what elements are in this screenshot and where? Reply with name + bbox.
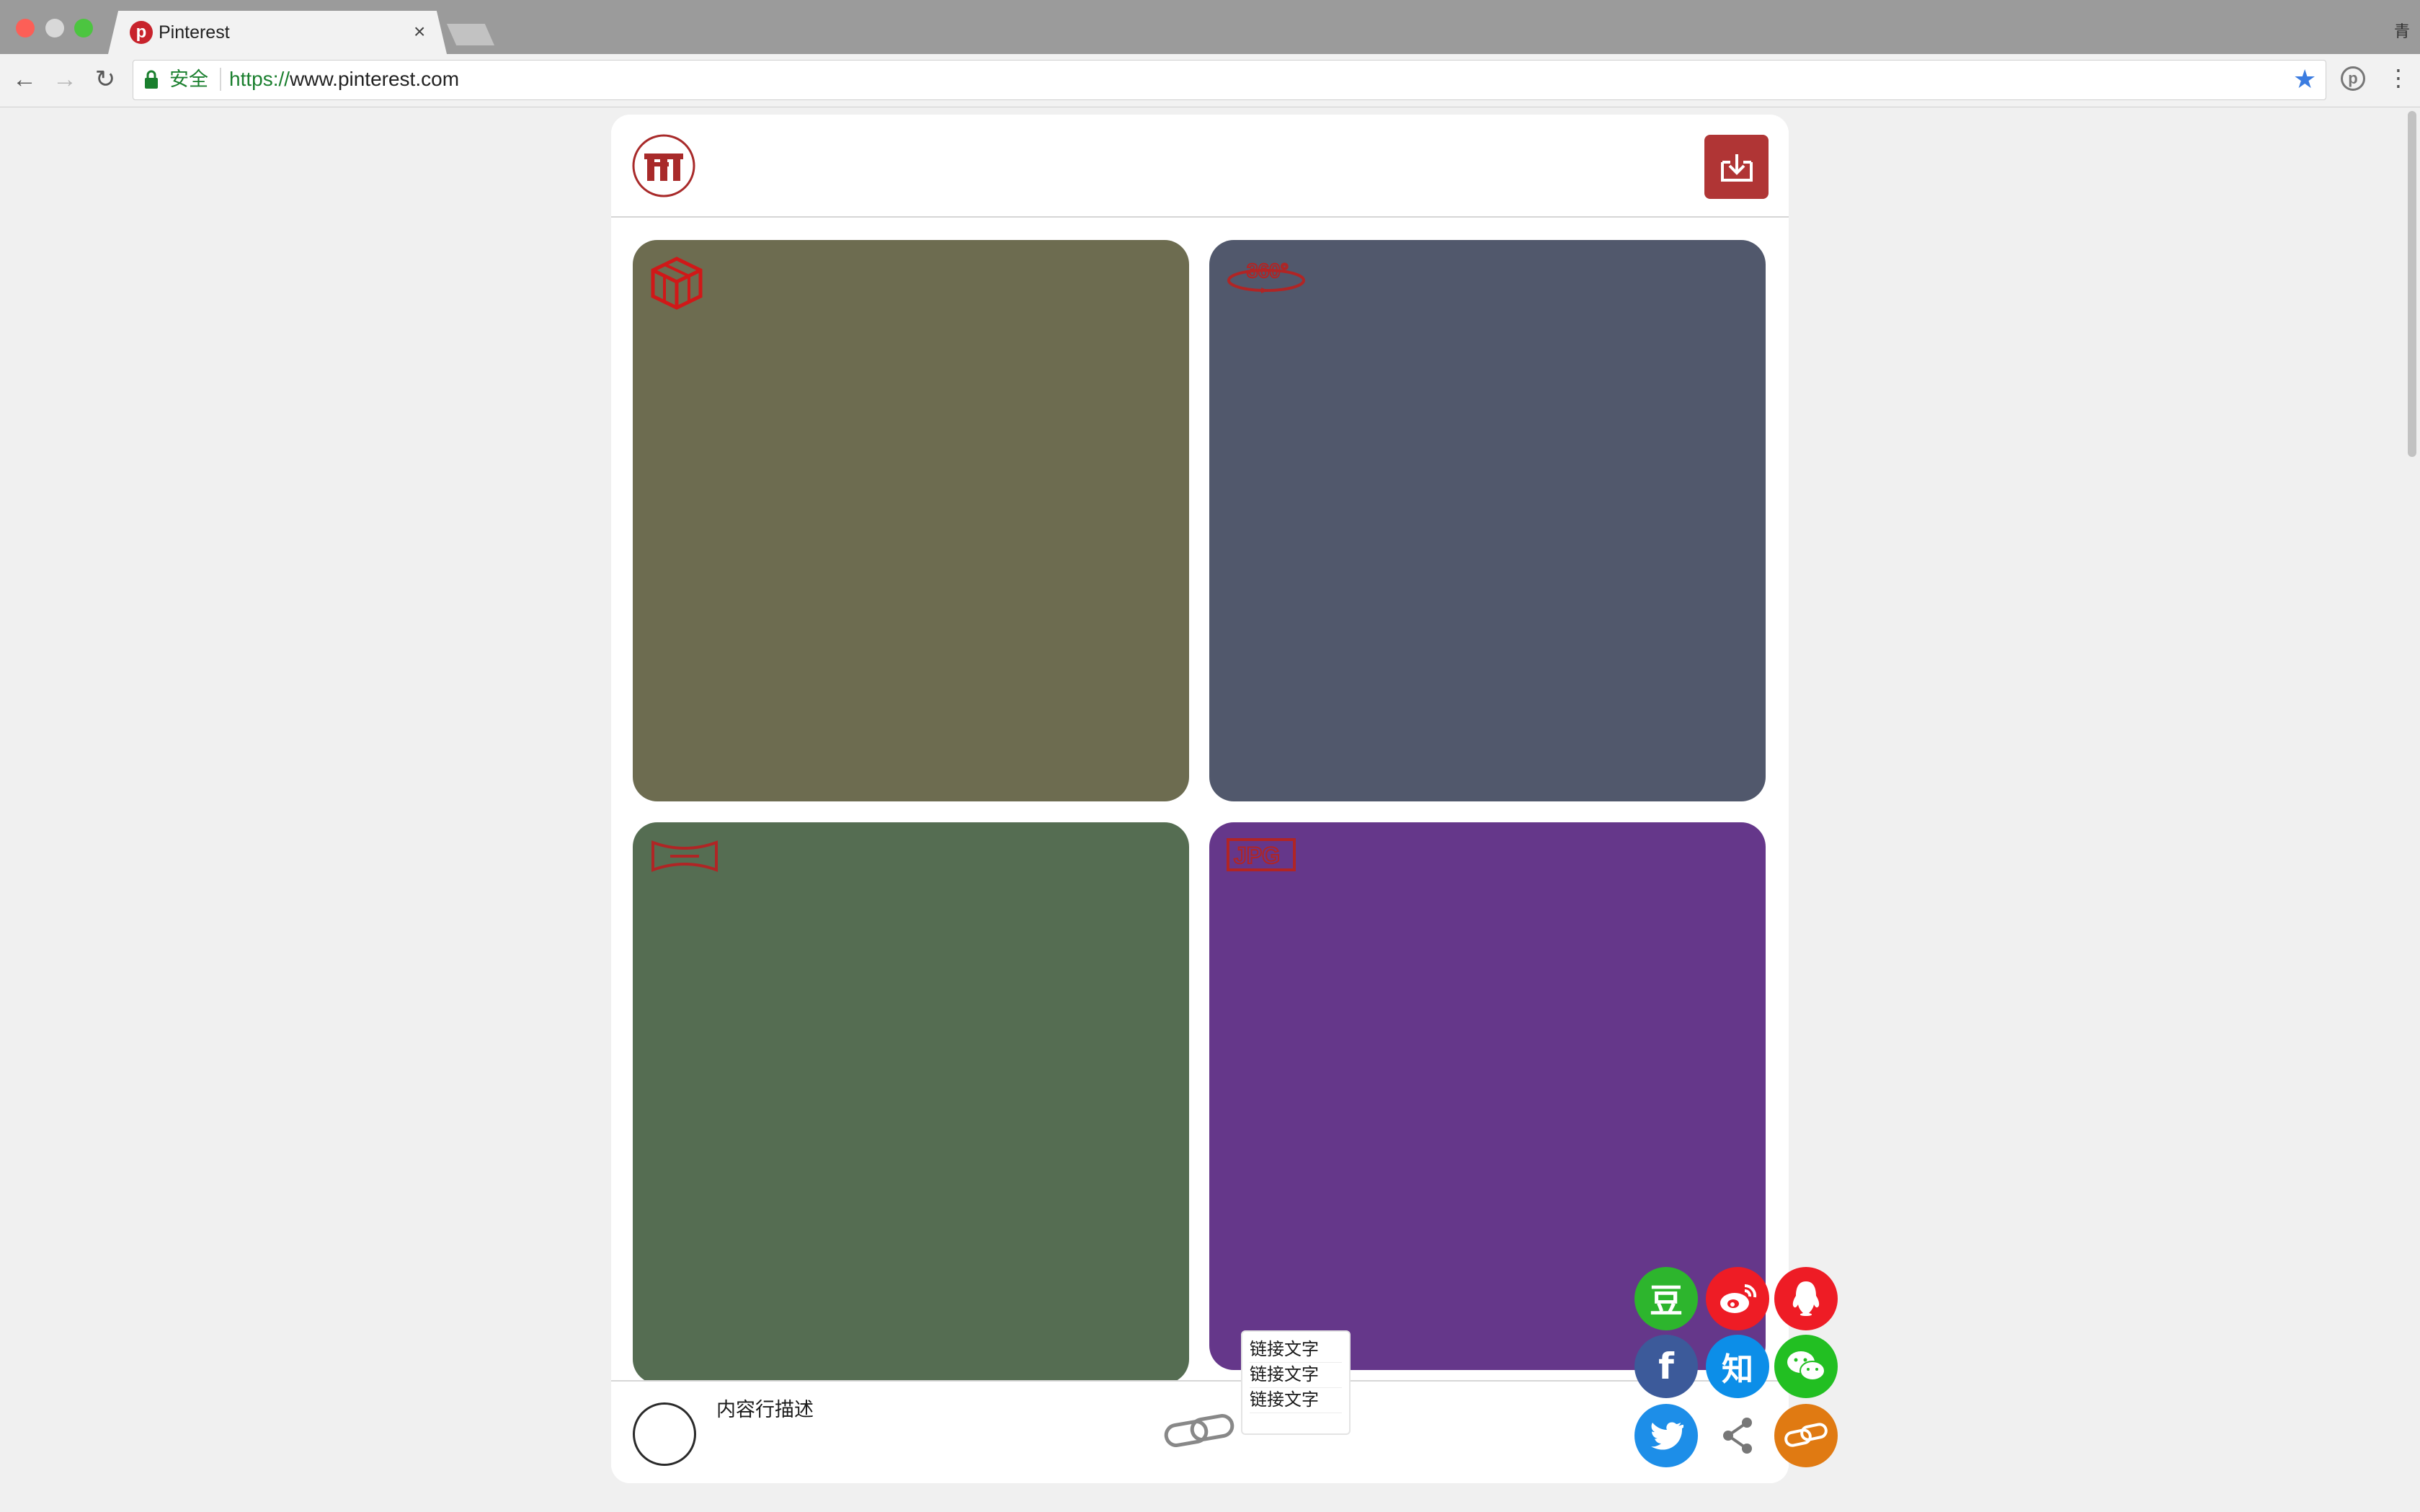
content-description: 内容行描述	[716, 1399, 814, 1420]
share-toggle-button[interactable]	[1706, 1404, 1769, 1467]
browser-menu-icon[interactable]: ⋮	[2387, 63, 2410, 92]
qq-share-button[interactable]	[1774, 1267, 1838, 1330]
media-tile-360[interactable]: 360°	[1209, 240, 1766, 801]
wechat-icon	[1787, 1351, 1825, 1381]
pinterest-extension-icon[interactable]: p	[2341, 66, 2365, 91]
avatar[interactable]	[633, 1402, 696, 1466]
twitter-share-button[interactable]	[1634, 1404, 1698, 1467]
360-view-icon: 360°	[1227, 259, 1305, 293]
secure-label: 安全	[169, 68, 208, 90]
zhihu-icon: 知	[1722, 1351, 1753, 1388]
omnibox-divider	[220, 68, 221, 91]
3d-box-icon	[651, 257, 703, 310]
douban-share-button[interactable]: 豆	[1634, 1267, 1698, 1330]
svg-text:360°: 360°	[1247, 259, 1289, 282]
scroll-thumb[interactable]	[2408, 111, 2416, 457]
weibo-icon	[1720, 1284, 1757, 1313]
card-footer: 内容行描述	[611, 1380, 1789, 1483]
jpg-icon: JPG	[1227, 838, 1296, 871]
lock-icon	[145, 70, 158, 89]
link-dropdown: 链接文字 链接文字 链接文字	[1241, 1330, 1351, 1435]
brand-logo-icon[interactable]	[631, 133, 696, 198]
tab-close-icon[interactable]: ×	[414, 20, 425, 43]
content-card: 360° JPG 内容行描述	[611, 115, 1789, 1483]
douban-icon: 豆	[1650, 1281, 1683, 1320]
address-bar[interactable]	[133, 60, 2326, 100]
twitter-bird-icon	[1651, 1422, 1683, 1450]
zhihu-share-button[interactable]: 知	[1706, 1335, 1769, 1398]
facebook-share-button[interactable]: f	[1634, 1335, 1698, 1398]
copy-link-button[interactable]	[1774, 1404, 1838, 1467]
media-tile-panorama[interactable]	[633, 822, 1189, 1384]
profile-button[interactable]: 青	[2394, 19, 2410, 42]
window-close-button[interactable]	[16, 19, 35, 37]
facebook-icon: f	[1658, 1346, 1674, 1387]
link-item[interactable]: 链接文字	[1250, 1388, 1342, 1413]
wechat-share-button[interactable]	[1774, 1335, 1838, 1398]
svg-text:JPG: JPG	[1234, 842, 1280, 868]
tab-title: Pinterest	[159, 22, 230, 43]
forward-arrow-icon[interactable]: →	[49, 63, 81, 95]
media-tile-3d[interactable]	[633, 240, 1189, 801]
window-minimize-button[interactable]	[45, 19, 64, 37]
url-text[interactable]: https://www.pinterest.com	[229, 68, 459, 91]
download-tray-icon	[1720, 154, 1753, 182]
link-chain-icon[interactable]	[1162, 1410, 1237, 1451]
url-scheme: https://	[229, 68, 290, 90]
link-item[interactable]: 链接文字	[1250, 1338, 1342, 1363]
url-host: www.pinterest.com	[290, 68, 460, 90]
reload-icon[interactable]: ↻	[89, 63, 121, 95]
download-button[interactable]	[1704, 135, 1769, 199]
panorama-icon	[651, 840, 718, 872]
bookmark-star-icon[interactable]: ★	[2293, 65, 2316, 94]
link-item[interactable]: 链接文字	[1250, 1363, 1342, 1388]
back-arrow-icon[interactable]: ←	[9, 63, 40, 95]
copy-link-icon	[1784, 1423, 1828, 1447]
pinterest-favicon-icon: p	[130, 21, 153, 44]
qq-penguin-icon	[1792, 1281, 1820, 1316]
weibo-share-button[interactable]	[1706, 1267, 1769, 1330]
share-icon	[1723, 1418, 1752, 1454]
card-header	[611, 115, 1789, 218]
window-zoom-button[interactable]	[74, 19, 93, 37]
